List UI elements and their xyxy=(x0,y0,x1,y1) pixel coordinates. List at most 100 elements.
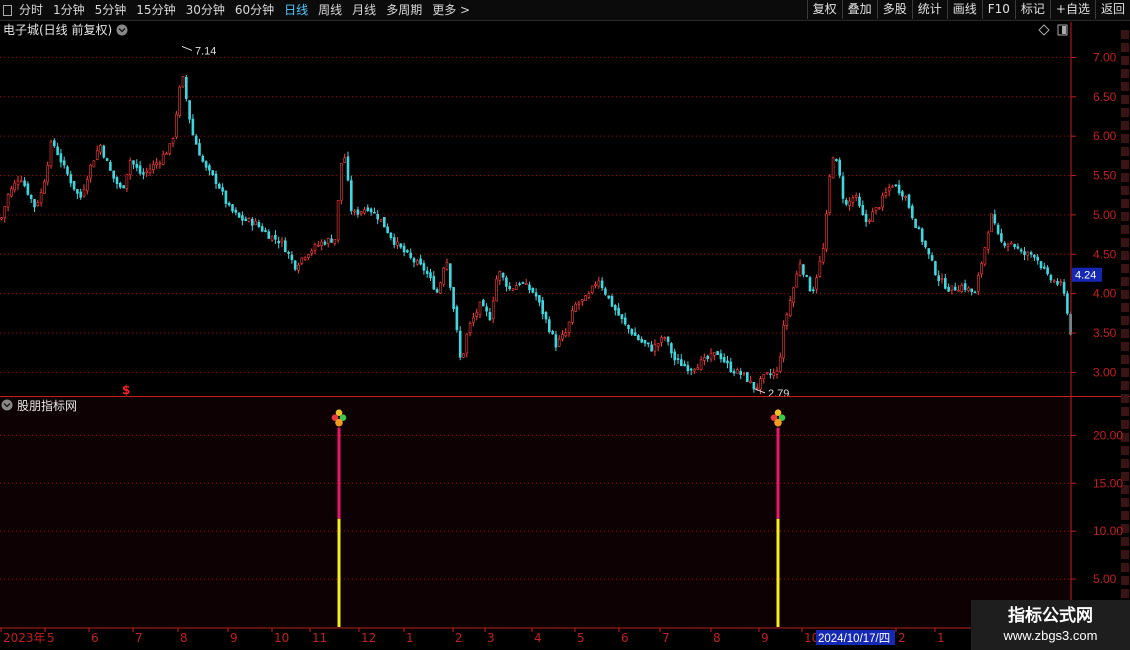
candle-body xyxy=(739,371,743,375)
candle-body xyxy=(52,140,56,147)
toolbar-button[interactable]: 返回 xyxy=(1094,0,1130,19)
panel-toggle-fill xyxy=(1062,26,1066,34)
toolbar-button[interactable]: F10 xyxy=(981,0,1015,19)
candle-body xyxy=(1052,280,1056,283)
x-tick-label: 5 xyxy=(577,631,585,645)
candle-body xyxy=(620,314,624,320)
candle-body xyxy=(399,243,403,248)
candle-body xyxy=(415,260,419,265)
candle-body xyxy=(448,263,452,288)
period-tab[interactable]: 5分钟 xyxy=(90,0,132,20)
candle-body xyxy=(1056,280,1059,285)
candle-body xyxy=(815,277,818,290)
candle-body xyxy=(993,214,997,224)
x-tick-label: 1 xyxy=(937,631,945,645)
candle-body xyxy=(72,180,76,190)
candle-body xyxy=(62,160,66,166)
candle-body xyxy=(970,288,974,293)
side-glyph xyxy=(1121,225,1129,234)
period-tab[interactable]: 多周期 xyxy=(381,0,427,20)
candle-body xyxy=(115,177,119,185)
candle-body xyxy=(706,355,710,359)
period-tab[interactable]: 日线 xyxy=(279,0,313,20)
period-tab[interactable]: 30分钟 xyxy=(181,0,230,20)
period-tab[interactable]: 15分钟 xyxy=(131,0,180,20)
candle-body xyxy=(557,338,561,347)
candle-body xyxy=(696,367,700,371)
toolbar-button[interactable]: 复权 xyxy=(806,0,842,19)
candle-body xyxy=(627,324,630,329)
candle-body xyxy=(39,192,43,204)
candle-body xyxy=(666,336,670,342)
candle-body xyxy=(825,213,828,250)
candle-body xyxy=(379,219,383,222)
candle-body xyxy=(689,368,693,371)
toolbar-button[interactable]: 统计 xyxy=(911,0,947,19)
toolbar-button[interactable]: 叠加 xyxy=(841,0,877,19)
candle-body xyxy=(366,207,370,211)
x-tick-label: 9 xyxy=(761,631,769,645)
candle-body xyxy=(1066,293,1069,314)
candle-body xyxy=(66,166,69,175)
period-tab[interactable]: 分时 xyxy=(14,0,48,20)
candle-body xyxy=(152,164,155,170)
candle-body xyxy=(732,371,736,374)
candle-body xyxy=(320,241,323,246)
toolbar-button[interactable]: +自选 xyxy=(1049,0,1095,19)
candle-body xyxy=(976,275,980,292)
period-tab[interactable]: 更多 > xyxy=(427,0,475,20)
candle-body xyxy=(1003,242,1007,246)
watermark-title: 指标公式网 xyxy=(1008,606,1093,626)
candle-body xyxy=(590,285,594,294)
toolbar-button[interactable]: 画线 xyxy=(946,0,982,19)
side-glyph xyxy=(1121,316,1129,325)
diamond-icon xyxy=(1038,24,1050,36)
candle-body xyxy=(290,254,294,261)
candle-body xyxy=(356,209,360,215)
toolbar-button[interactable]: 标记 xyxy=(1014,0,1050,19)
period-tab[interactable]: 60分钟 xyxy=(230,0,279,20)
candle-body xyxy=(76,189,79,194)
candle-body xyxy=(587,293,591,298)
candle-body xyxy=(538,295,541,303)
candle-body xyxy=(567,321,571,333)
candle-body xyxy=(917,227,921,229)
indicator-bar-lower xyxy=(337,518,341,627)
candle-body xyxy=(214,173,218,184)
candle-body xyxy=(79,191,82,198)
candle-body xyxy=(841,176,845,199)
annotation-leader xyxy=(181,45,193,51)
candle-body xyxy=(419,258,422,265)
side-glyph xyxy=(1121,30,1129,39)
candle-body xyxy=(501,272,505,278)
x-tick-label: 12 xyxy=(361,631,376,645)
candle-body xyxy=(554,334,558,348)
period-tab[interactable]: 1分钟 xyxy=(48,0,90,20)
candle-body xyxy=(828,176,832,213)
candle-body xyxy=(844,200,848,205)
period-tab[interactable]: 周线 xyxy=(313,0,347,20)
candle-body xyxy=(719,353,723,360)
window-box-icon[interactable] xyxy=(0,0,14,20)
candle-body xyxy=(864,213,868,223)
candle-body xyxy=(940,278,944,281)
candle-body xyxy=(963,283,967,291)
candle-body xyxy=(382,217,386,228)
side-glyph xyxy=(1121,134,1129,143)
period-tab[interactable]: 月线 xyxy=(347,0,381,20)
candle-body xyxy=(1019,249,1023,252)
main-panel-title: 电子城(日线 前复权) xyxy=(3,22,112,37)
candle-body xyxy=(237,212,241,218)
candle-body xyxy=(257,222,261,227)
candle-body xyxy=(726,360,729,364)
candle-body xyxy=(983,247,987,265)
candle-body xyxy=(241,215,244,221)
candle-body xyxy=(188,100,191,120)
candle-body xyxy=(429,272,432,278)
side-glyph xyxy=(1121,576,1129,585)
candle-body xyxy=(211,170,214,176)
candle-body xyxy=(673,351,677,361)
toolbar-button[interactable]: 多股 xyxy=(876,0,912,19)
x-tick-label: 2 xyxy=(898,631,906,645)
candle-body xyxy=(135,163,139,168)
